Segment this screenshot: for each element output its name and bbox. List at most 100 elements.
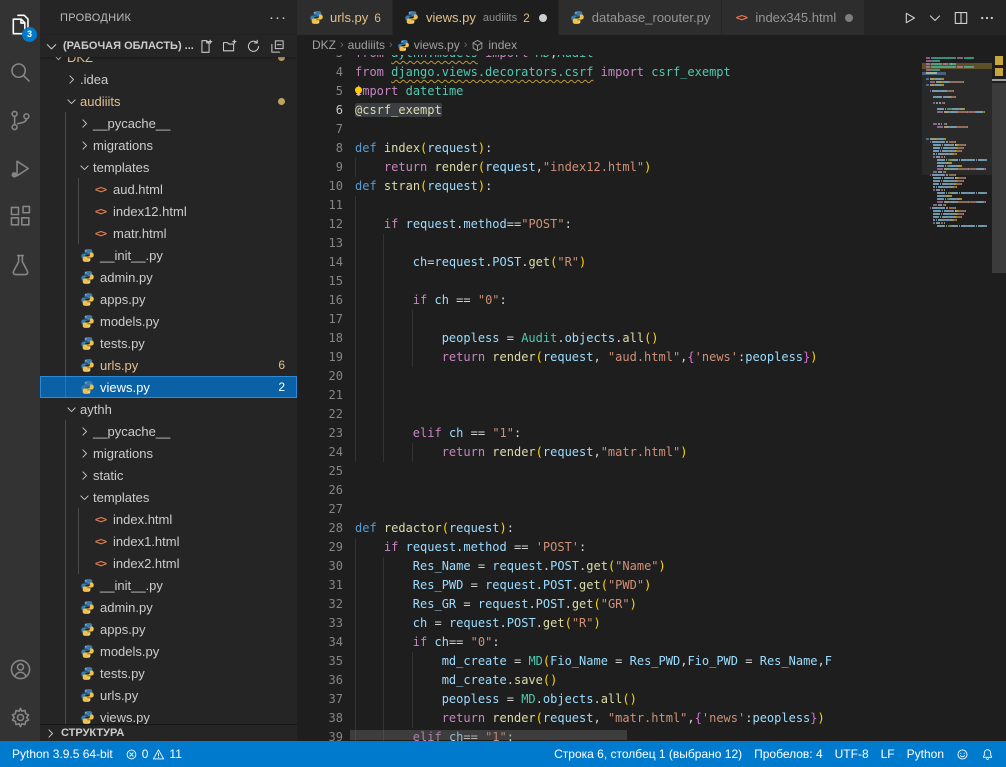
activity-item-settings[interactable] [0, 693, 40, 741]
code-line-6[interactable]: 6@csrf_exempt [297, 101, 922, 120]
code-line-13[interactable]: 13 [297, 234, 922, 253]
tree-item-apps.py[interactable]: apps.py [40, 288, 297, 310]
code-line-4[interactable]: 4from django.views.decorators.csrf impor… [297, 63, 922, 82]
code-line-33[interactable]: 33 ch = request.POST.get("R") [297, 614, 922, 633]
status-encoding[interactable]: UTF-8 [829, 741, 875, 767]
tree-item-index12.html[interactable]: <>index12.html [40, 200, 297, 222]
activity-item-explorer[interactable]: 3 [0, 0, 40, 48]
tree-item-views.py[interactable]: views.py2 [40, 376, 297, 398]
code-line-9[interactable]: 9 return render(request,"index12.html") [297, 158, 922, 177]
code-line-14[interactable]: 14 ch=request.POST.get("R") [297, 253, 922, 272]
lightbulb-icon[interactable] [352, 85, 365, 104]
tree-item-admin.py[interactable]: admin.py [40, 596, 297, 618]
code-line-26[interactable]: 26 [297, 481, 922, 500]
tree-item-urls.py[interactable]: urls.py [40, 684, 297, 706]
tree-item-index2.html[interactable]: <>index2.html [40, 552, 297, 574]
status-feedback[interactable] [950, 741, 975, 767]
refresh-button[interactable] [246, 39, 261, 54]
outline-section-header[interactable]: СТРУКТУРА [40, 724, 297, 741]
tree-item-migrations[interactable]: migrations [40, 134, 297, 156]
code-line-7[interactable]: 7 [297, 120, 922, 139]
code-line-23[interactable]: 23 elif ch == "1": [297, 424, 922, 443]
tree-item-urls.py[interactable]: urls.py6 [40, 354, 297, 376]
new-file-button[interactable] [198, 39, 213, 54]
code-line-15[interactable]: 15 [297, 272, 922, 291]
code-line-12[interactable]: 12 if request.method=="POST": [297, 215, 922, 234]
breadcrumb-DKZ[interactable]: DKZ [312, 38, 336, 52]
tree-item-__pycache__[interactable]: __pycache__ [40, 112, 297, 134]
code-line-21[interactable]: 21 [297, 386, 922, 405]
activity-item-search[interactable] [0, 48, 40, 96]
workspace-section-header[interactable]: (РАБОЧАЯ ОБЛАСТЬ) ... [40, 35, 297, 57]
explorer-more-actions-icon[interactable]: ··· [269, 13, 287, 23]
code-line-8[interactable]: 8def index(request): [297, 139, 922, 158]
status-indentation[interactable]: Пробелов: 4 [748, 741, 829, 767]
tree-item-__pycache__[interactable]: __pycache__ [40, 420, 297, 442]
dirty-dot-icon[interactable] [539, 14, 547, 22]
breadcrumb-index[interactable]: index [471, 38, 517, 52]
dirty-dot-icon[interactable] [845, 14, 853, 22]
run-dropdown-button[interactable] [927, 10, 943, 26]
code-line-10[interactable]: 10def stran(request): [297, 177, 922, 196]
tree-item-aythh[interactable]: aythh [40, 398, 297, 420]
tree-item-index1.html[interactable]: <>index1.html [40, 530, 297, 552]
code-line-3[interactable]: 3from aythh.models import MD,Audit [297, 55, 922, 63]
tree-item-tests.py[interactable]: tests.py [40, 332, 297, 354]
code-line-20[interactable]: 20 [297, 367, 922, 386]
activity-item-run-debug[interactable] [0, 144, 40, 192]
tree-item-matr.html[interactable]: <>matr.html [40, 222, 297, 244]
code-line-31[interactable]: 31 Res_PWD = request.POST.get("PWD") [297, 576, 922, 595]
code-line-19[interactable]: 19 return render(request, "aud.html",{'n… [297, 348, 922, 367]
tree-item-audiiits[interactable]: audiiits [40, 90, 297, 112]
vertical-scrollbar[interactable] [992, 55, 1006, 741]
tree-item-tests.py[interactable]: tests.py [40, 662, 297, 684]
activity-item-source-control[interactable] [0, 96, 40, 144]
minimap[interactable] [922, 55, 992, 741]
breadcrumb-audiiits[interactable]: audiiits [348, 38, 385, 52]
code-line-5[interactable]: 5import datetime [297, 82, 922, 101]
tree-item-models.py[interactable]: models.py [40, 310, 297, 332]
code-line-29[interactable]: 29 if request.method == 'POST': [297, 538, 922, 557]
scrollbar-thumb[interactable] [992, 83, 1006, 273]
code-line-22[interactable]: 22 [297, 405, 922, 424]
tree-item-static[interactable]: static [40, 464, 297, 486]
tab-index345.html[interactable]: <>index345.html [722, 0, 865, 35]
code-line-18[interactable]: 18 peopless = Audit.objects.all() [297, 329, 922, 348]
status-cursor-position[interactable]: Строка 6, столбец 1 (выбрано 12) [548, 741, 748, 767]
tree-item-apps.py[interactable]: apps.py [40, 618, 297, 640]
code-line-25[interactable]: 25 [297, 462, 922, 481]
split-editor-button[interactable] [953, 10, 969, 26]
code-line-17[interactable]: 17 [297, 310, 922, 329]
tree-item-aud.html[interactable]: <>aud.html [40, 178, 297, 200]
tab-views.py[interactable]: views.pyaudiiits2 [393, 0, 559, 35]
tree-item-admin.py[interactable]: admin.py [40, 266, 297, 288]
code-line-38[interactable]: 38 return render(request, "matr.html",{'… [297, 709, 922, 728]
activity-item-testing[interactable] [0, 240, 40, 288]
more-actions-button[interactable] [979, 10, 995, 26]
tree-item-templates[interactable]: templates [40, 156, 297, 178]
tree-item-.idea[interactable]: .idea [40, 68, 297, 90]
horizontal-scrollbar-thumb[interactable] [350, 730, 627, 740]
tree-item-templates[interactable]: templates [40, 486, 297, 508]
code-line-30[interactable]: 30 Res_Name = request.POST.get("Name") [297, 557, 922, 576]
tree-item-migrations[interactable]: migrations [40, 442, 297, 464]
activity-item-extensions[interactable] [0, 192, 40, 240]
code-line-37[interactable]: 37 peopless = MD.objects.all() [297, 690, 922, 709]
code-line-27[interactable]: 27 [297, 500, 922, 519]
code-line-24[interactable]: 24 return render(request,"matr.html") [297, 443, 922, 462]
code-line-34[interactable]: 34 if ch== "0": [297, 633, 922, 652]
code-line-11[interactable]: 11 [297, 196, 922, 215]
tree-item-index.html[interactable]: <>index.html [40, 508, 297, 530]
code-line-32[interactable]: 32 Res_GR = request.POST.get("GR") [297, 595, 922, 614]
activity-item-accounts[interactable] [0, 645, 40, 693]
tab-urls.py[interactable]: urls.py6 [297, 0, 393, 35]
tree-item-views.py[interactable]: views.py [40, 706, 297, 724]
run-button[interactable] [901, 10, 917, 26]
tree-item-__init__.py[interactable]: __init__.py [40, 574, 297, 596]
status-eol[interactable]: LF [875, 741, 901, 767]
code-line-16[interactable]: 16 if ch == "0": [297, 291, 922, 310]
status-problems[interactable]: 011 [119, 741, 188, 767]
status-notifications[interactable] [975, 741, 1000, 767]
tree-item-models.py[interactable]: models.py [40, 640, 297, 662]
code-editor[interactable]: 3from aythh.models import MD,Audit4from … [297, 55, 922, 741]
